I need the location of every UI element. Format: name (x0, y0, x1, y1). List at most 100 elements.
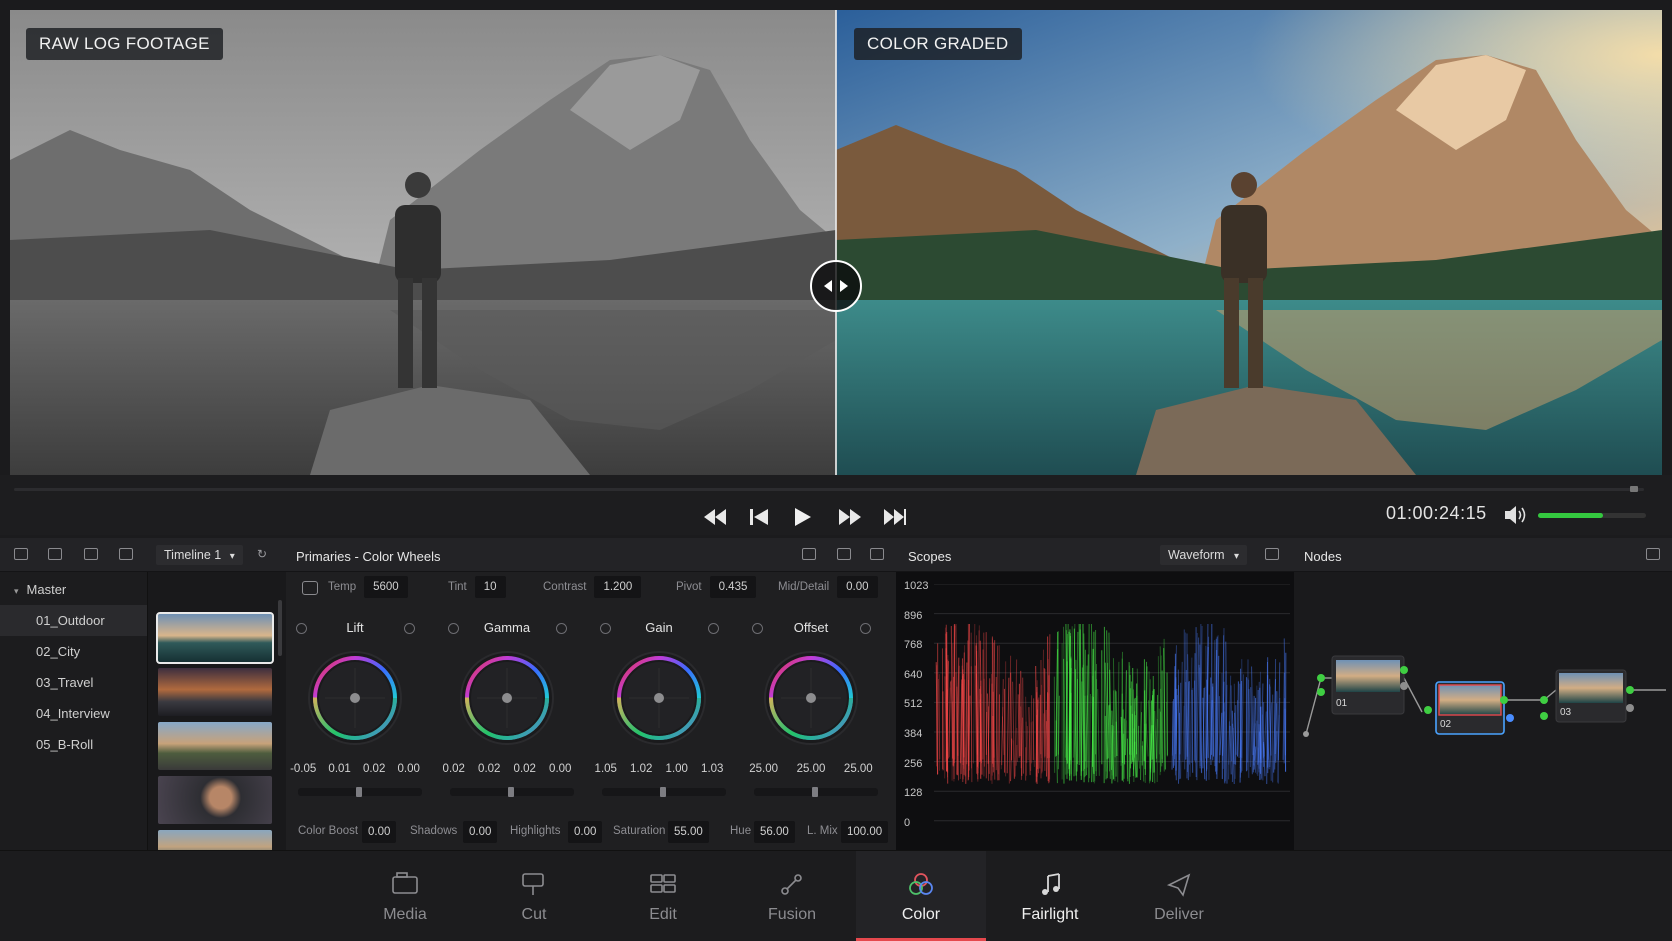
clip-thumbnail[interactable] (158, 722, 272, 770)
bin-04-interview[interactable]: 04_Interview (0, 698, 147, 729)
wheel-options-icon[interactable] (556, 623, 567, 634)
wheel-value[interactable]: 1.00 (666, 763, 688, 775)
wheel-value[interactable]: 25.00 (749, 763, 778, 775)
pivot-field[interactable]: 0.435 (709, 576, 757, 598)
wheel-options-icon[interactable] (404, 623, 415, 634)
play-button[interactable] (793, 505, 813, 529)
rewind-button[interactable] (703, 505, 727, 529)
scrubber[interactable] (14, 488, 1644, 491)
nav-label: Deliver (1154, 906, 1204, 923)
fast-forward-button[interactable] (838, 505, 862, 529)
volume-button[interactable] (1505, 505, 1527, 530)
wheel-value[interactable]: 1.05 (595, 763, 617, 775)
scope-tick-label: 640 (904, 668, 923, 681)
color-wheel[interactable] (303, 646, 407, 750)
panel-options-icon[interactable] (870, 548, 884, 560)
lum-mix-field[interactable]: 100.00 (841, 821, 889, 843)
tint-field[interactable]: 10 (474, 576, 506, 598)
bin-01-outdoor[interactable]: 01_Outdoor (0, 605, 147, 636)
wheel-options-icon[interactable] (708, 623, 719, 634)
split-divider[interactable] (835, 10, 837, 475)
waveform-trace (1010, 738, 1013, 782)
node-03[interactable]: 03 (1555, 669, 1634, 723)
mid-detail-field[interactable]: 0.00 (837, 576, 878, 598)
node-01[interactable]: 01 (1331, 655, 1408, 715)
wheel-value[interactable]: 0.02 (514, 763, 536, 775)
nav-edit[interactable]: Edit (598, 851, 728, 941)
next-clip-button[interactable] (883, 505, 907, 529)
nav-deliver[interactable]: Deliver (1114, 851, 1244, 941)
node-editor: 01 02 03 (1294, 572, 1672, 850)
wheel-value[interactable]: -0.05 (290, 763, 316, 775)
split-handle[interactable] (810, 260, 862, 312)
wheel-value[interactable]: 25.00 (844, 763, 873, 775)
saturation-field[interactable]: 55.00 (668, 821, 709, 843)
color-wheel[interactable] (759, 646, 863, 750)
wheel-value[interactable]: 0.01 (328, 763, 350, 775)
nav-fairlight[interactable]: Fairlight (985, 851, 1115, 941)
bin-03-travel[interactable]: 03_Travel (0, 667, 147, 698)
reset-icon[interactable] (802, 548, 816, 560)
bin-view-icon[interactable] (48, 548, 62, 560)
slider-knob[interactable] (660, 787, 666, 797)
eyedropper-icon[interactable] (302, 581, 318, 595)
slider-knob[interactable] (508, 787, 514, 797)
node-02[interactable]: 02 (1424, 681, 1514, 735)
wheel-value[interactable]: 0.02 (478, 763, 500, 775)
nav-color[interactable]: Color (856, 851, 986, 941)
color-boost-field[interactable]: 0.00 (362, 821, 397, 843)
waveform-trace (1124, 670, 1127, 756)
bin-02-city[interactable]: 02_City (0, 636, 147, 667)
wheel-master-slider[interactable] (754, 787, 878, 797)
scope-mode-select[interactable]: Waveform ▾ (1160, 545, 1248, 565)
bin-05-b-roll[interactable]: 05_B-Roll (0, 729, 147, 760)
clip-thumbnail[interactable] (156, 612, 274, 664)
clip-thumbnail[interactable] (158, 668, 272, 716)
wheel-value[interactable]: 0.02 (443, 763, 465, 775)
slider-knob[interactable] (812, 787, 818, 797)
wheel-value[interactable]: 1.02 (630, 763, 652, 775)
primaries-header: Primaries - Color Wheels (286, 538, 896, 572)
wheel-value[interactable]: 25.00 (797, 763, 826, 775)
nav-fusion[interactable]: Fusion (727, 851, 857, 941)
previous-frame-button[interactable] (749, 505, 769, 529)
scope-fullscreen-icon[interactable] (1265, 548, 1279, 560)
clip-thumbnail[interactable] (158, 830, 272, 850)
bin-master[interactable]: ▾ Master (0, 574, 147, 605)
list-view-icon[interactable] (84, 548, 98, 560)
waveform-trace (1180, 661, 1183, 779)
clip-thumbnail[interactable] (158, 776, 272, 824)
split-viewer[interactable]: RAW LOG FOOTAGE COLOR GRADED (10, 10, 1662, 475)
play-icon (795, 508, 811, 526)
bars-icon[interactable] (837, 548, 851, 560)
highlights-field[interactable]: 0.00 (568, 821, 603, 843)
nodes-expand-icon[interactable] (1646, 548, 1660, 560)
scrubber-playhead[interactable] (1630, 486, 1638, 492)
shadows-field[interactable]: 0.00 (463, 821, 498, 843)
wheel-master-slider[interactable] (602, 787, 726, 797)
clip-view-icon[interactable] (14, 548, 28, 560)
wheel-master-slider[interactable] (450, 787, 574, 797)
color-wheel[interactable] (455, 646, 559, 750)
wheel-value[interactable]: 0.00 (549, 763, 571, 775)
expand-icon[interactable] (119, 548, 133, 560)
timeline-select[interactable]: Timeline 1 ▾ (156, 545, 243, 565)
node-graph[interactable]: 01 02 03 (1294, 572, 1672, 850)
wheel-value[interactable]: 0.02 (363, 763, 385, 775)
timeline-sync-icon[interactable]: ↻ (257, 547, 267, 561)
slider-knob[interactable] (356, 787, 362, 797)
wheel-master-slider[interactable] (298, 787, 422, 797)
wheel-value[interactable]: 1.03 (701, 763, 723, 775)
wheel-value[interactable]: 0.00 (397, 763, 419, 775)
volume-level (1538, 513, 1603, 518)
color-wheel[interactable] (607, 646, 711, 750)
contrast-field[interactable]: 1.200 (594, 576, 642, 598)
temp-field[interactable]: 5600 (364, 576, 408, 598)
hue-field[interactable]: 56.00 (754, 821, 795, 843)
wheel-options-icon[interactable] (860, 623, 871, 634)
volume-slider[interactable] (1538, 513, 1646, 518)
nav-cut[interactable]: Cut (469, 851, 599, 941)
color-icon (909, 873, 933, 895)
nav-media[interactable]: Media (340, 851, 470, 941)
bin-label: 02_City (36, 644, 81, 659)
